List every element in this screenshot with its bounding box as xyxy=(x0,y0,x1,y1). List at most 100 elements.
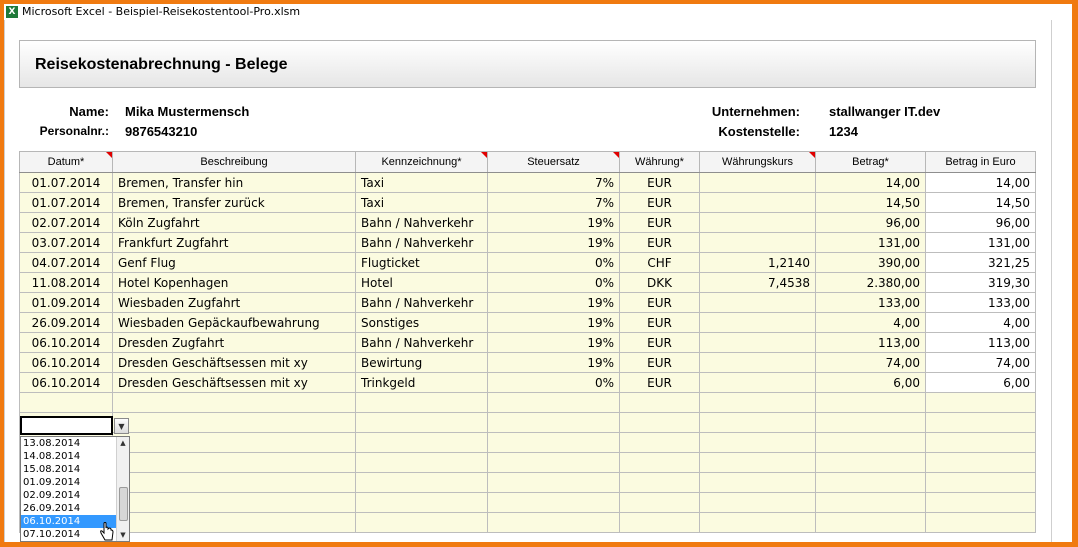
cell-waehrung[interactable] xyxy=(619,512,700,533)
cell-beschreibung[interactable]: Frankfurt Zugfahrt xyxy=(112,232,356,253)
header-steuersatz[interactable]: Steuersatz xyxy=(487,151,620,173)
cell-waehrungskurs[interactable]: 7,4538 xyxy=(699,272,816,293)
cell-beschreibung[interactable]: Hotel Kopenhagen xyxy=(112,272,356,293)
cell-steuersatz[interactable]: 19% xyxy=(487,332,620,353)
cell-beschreibung[interactable] xyxy=(112,452,356,473)
cell-betrag-euro[interactable]: 74,00 xyxy=(925,352,1036,373)
cell-beschreibung[interactable]: Bremen, Transfer hin xyxy=(112,172,356,193)
cell-steuersatz[interactable]: 19% xyxy=(487,312,620,333)
cell-datum[interactable]: 04.07.2014 xyxy=(19,252,113,273)
cell-waehrungskurs[interactable] xyxy=(699,312,816,333)
cell-steuersatz[interactable]: 19% xyxy=(487,352,620,373)
cell-kennzeichnung[interactable] xyxy=(355,472,488,493)
header-datum[interactable]: Datum* xyxy=(19,151,113,173)
cell-waehrung[interactable] xyxy=(619,472,700,493)
cell-waehrungskurs[interactable] xyxy=(699,372,816,393)
cell-waehrung[interactable] xyxy=(619,452,700,473)
cell-betrag-euro[interactable]: 319,30 xyxy=(925,272,1036,293)
cell-betrag[interactable] xyxy=(815,472,926,493)
cell-beschreibung[interactable]: Köln Zugfahrt xyxy=(112,212,356,233)
cell-waehrung[interactable] xyxy=(619,392,700,413)
cell-datum[interactable]: 01.07.2014 xyxy=(19,192,113,213)
cell-beschreibung[interactable] xyxy=(112,492,356,513)
cell-betrag-euro[interactable]: 4,00 xyxy=(925,312,1036,333)
cell-waehrungskurs[interactable] xyxy=(699,452,816,473)
cell-waehrung[interactable] xyxy=(619,432,700,453)
cell-datum[interactable]: 26.09.2014 xyxy=(19,312,113,333)
cell-betrag-euro[interactable]: 131,00 xyxy=(925,232,1036,253)
cell-waehrungskurs[interactable] xyxy=(699,492,816,513)
cell-beschreibung[interactable]: Dresden Geschäftsessen mit xy xyxy=(112,372,356,393)
cell-waehrungskurs[interactable] xyxy=(699,212,816,233)
cell-betrag[interactable]: 74,00 xyxy=(815,352,926,373)
dropdown-arrow-button[interactable]: ▼ xyxy=(114,418,129,434)
cell-waehrung[interactable]: CHF xyxy=(619,252,700,273)
cell-betrag-euro[interactable] xyxy=(925,432,1036,453)
cell-waehrungskurs[interactable]: 1,2140 xyxy=(699,252,816,273)
cell-steuersatz[interactable]: 19% xyxy=(487,232,620,253)
cell-kennzeichnung[interactable]: Taxi xyxy=(355,172,488,193)
cell-kennzeichnung[interactable]: Sonstiges xyxy=(355,312,488,333)
cell-waehrung[interactable]: EUR xyxy=(619,372,700,393)
cell-datum[interactable]: 11.08.2014 xyxy=(19,272,113,293)
cell-waehrung[interactable]: EUR xyxy=(619,352,700,373)
cell-waehrung[interactable] xyxy=(619,492,700,513)
cell-kennzeichnung[interactable]: Bahn / Nahverkehr xyxy=(355,212,488,233)
header-beschreibung[interactable]: Beschreibung xyxy=(112,151,356,173)
cell-kennzeichnung[interactable]: Taxi xyxy=(355,192,488,213)
cell-beschreibung[interactable] xyxy=(112,432,356,453)
cell-kennzeichnung[interactable] xyxy=(355,512,488,533)
cell-steuersatz[interactable] xyxy=(487,492,620,513)
cell-steuersatz[interactable] xyxy=(487,452,620,473)
cell-datum[interactable]: 06.10.2014 xyxy=(19,332,113,353)
cell-kennzeichnung[interactable]: Bahn / Nahverkehr xyxy=(355,332,488,353)
cell-betrag-euro[interactable] xyxy=(925,472,1036,493)
cell-beschreibung[interactable] xyxy=(112,472,356,493)
cell-waehrung[interactable]: EUR xyxy=(619,192,700,213)
cell-steuersatz[interactable] xyxy=(487,512,620,533)
cell-waehrung[interactable]: EUR xyxy=(619,292,700,313)
cell-steuersatz[interactable] xyxy=(487,392,620,413)
cell-waehrungskurs[interactable] xyxy=(699,472,816,493)
cell-waehrungskurs[interactable] xyxy=(699,352,816,373)
header-kennzeichnung[interactable]: Kennzeichnung* xyxy=(355,151,488,173)
cell-waehrungskurs[interactable] xyxy=(699,432,816,453)
dropdown-option[interactable]: 26.09.2014 xyxy=(21,502,129,515)
cell-datum[interactable]: 06.10.2014 xyxy=(19,352,113,373)
personalnr-value[interactable]: 9876543210 xyxy=(125,124,197,139)
cell-betrag[interactable]: 2.380,00 xyxy=(815,272,926,293)
cell-datum[interactable]: 03.07.2014 xyxy=(19,232,113,253)
cell-waehrungskurs[interactable] xyxy=(699,172,816,193)
header-betrag[interactable]: Betrag* xyxy=(815,151,926,173)
cell-betrag[interactable] xyxy=(815,412,926,433)
cell-betrag[interactable]: 131,00 xyxy=(815,232,926,253)
dropdown-option[interactable]: 15.08.2014 xyxy=(21,463,129,476)
cell-beschreibung[interactable]: Dresden Zugfahrt xyxy=(112,332,356,353)
cell-beschreibung[interactable] xyxy=(112,392,356,413)
cell-waehrung[interactable]: EUR xyxy=(619,232,700,253)
cell-betrag-euro[interactable]: 113,00 xyxy=(925,332,1036,353)
cell-betrag[interactable]: 4,00 xyxy=(815,312,926,333)
cell-waehrungskurs[interactable] xyxy=(699,412,816,433)
cell-steuersatz[interactable] xyxy=(487,432,620,453)
scroll-down-icon[interactable]: ▼ xyxy=(117,529,129,541)
cell-waehrung[interactable]: EUR xyxy=(619,172,700,193)
cell-steuersatz[interactable]: 19% xyxy=(487,212,620,233)
cell-steuersatz[interactable] xyxy=(487,472,620,493)
cell-datum[interactable]: 02.07.2014 xyxy=(19,212,113,233)
cell-betrag[interactable]: 113,00 xyxy=(815,332,926,353)
cell-steuersatz[interactable]: 0% xyxy=(487,252,620,273)
cell-kennzeichnung[interactable]: Flugticket xyxy=(355,252,488,273)
cell-waehrung[interactable]: EUR xyxy=(619,332,700,353)
cell-betrag[interactable] xyxy=(815,432,926,453)
cell-kennzeichnung[interactable]: Bahn / Nahverkehr xyxy=(355,232,488,253)
cell-betrag-euro[interactable]: 6,00 xyxy=(925,372,1036,393)
header-waehrungskurs[interactable]: Währungskurs xyxy=(699,151,816,173)
cell-betrag-euro[interactable] xyxy=(925,452,1036,473)
dropdown-option[interactable]: 02.09.2014 xyxy=(21,489,129,502)
scroll-thumb[interactable] xyxy=(119,487,128,521)
cell-betrag-euro[interactable] xyxy=(925,492,1036,513)
cell-kennzeichnung[interactable] xyxy=(355,452,488,473)
cell-kennzeichnung[interactable] xyxy=(355,392,488,413)
cell-betrag[interactable] xyxy=(815,392,926,413)
